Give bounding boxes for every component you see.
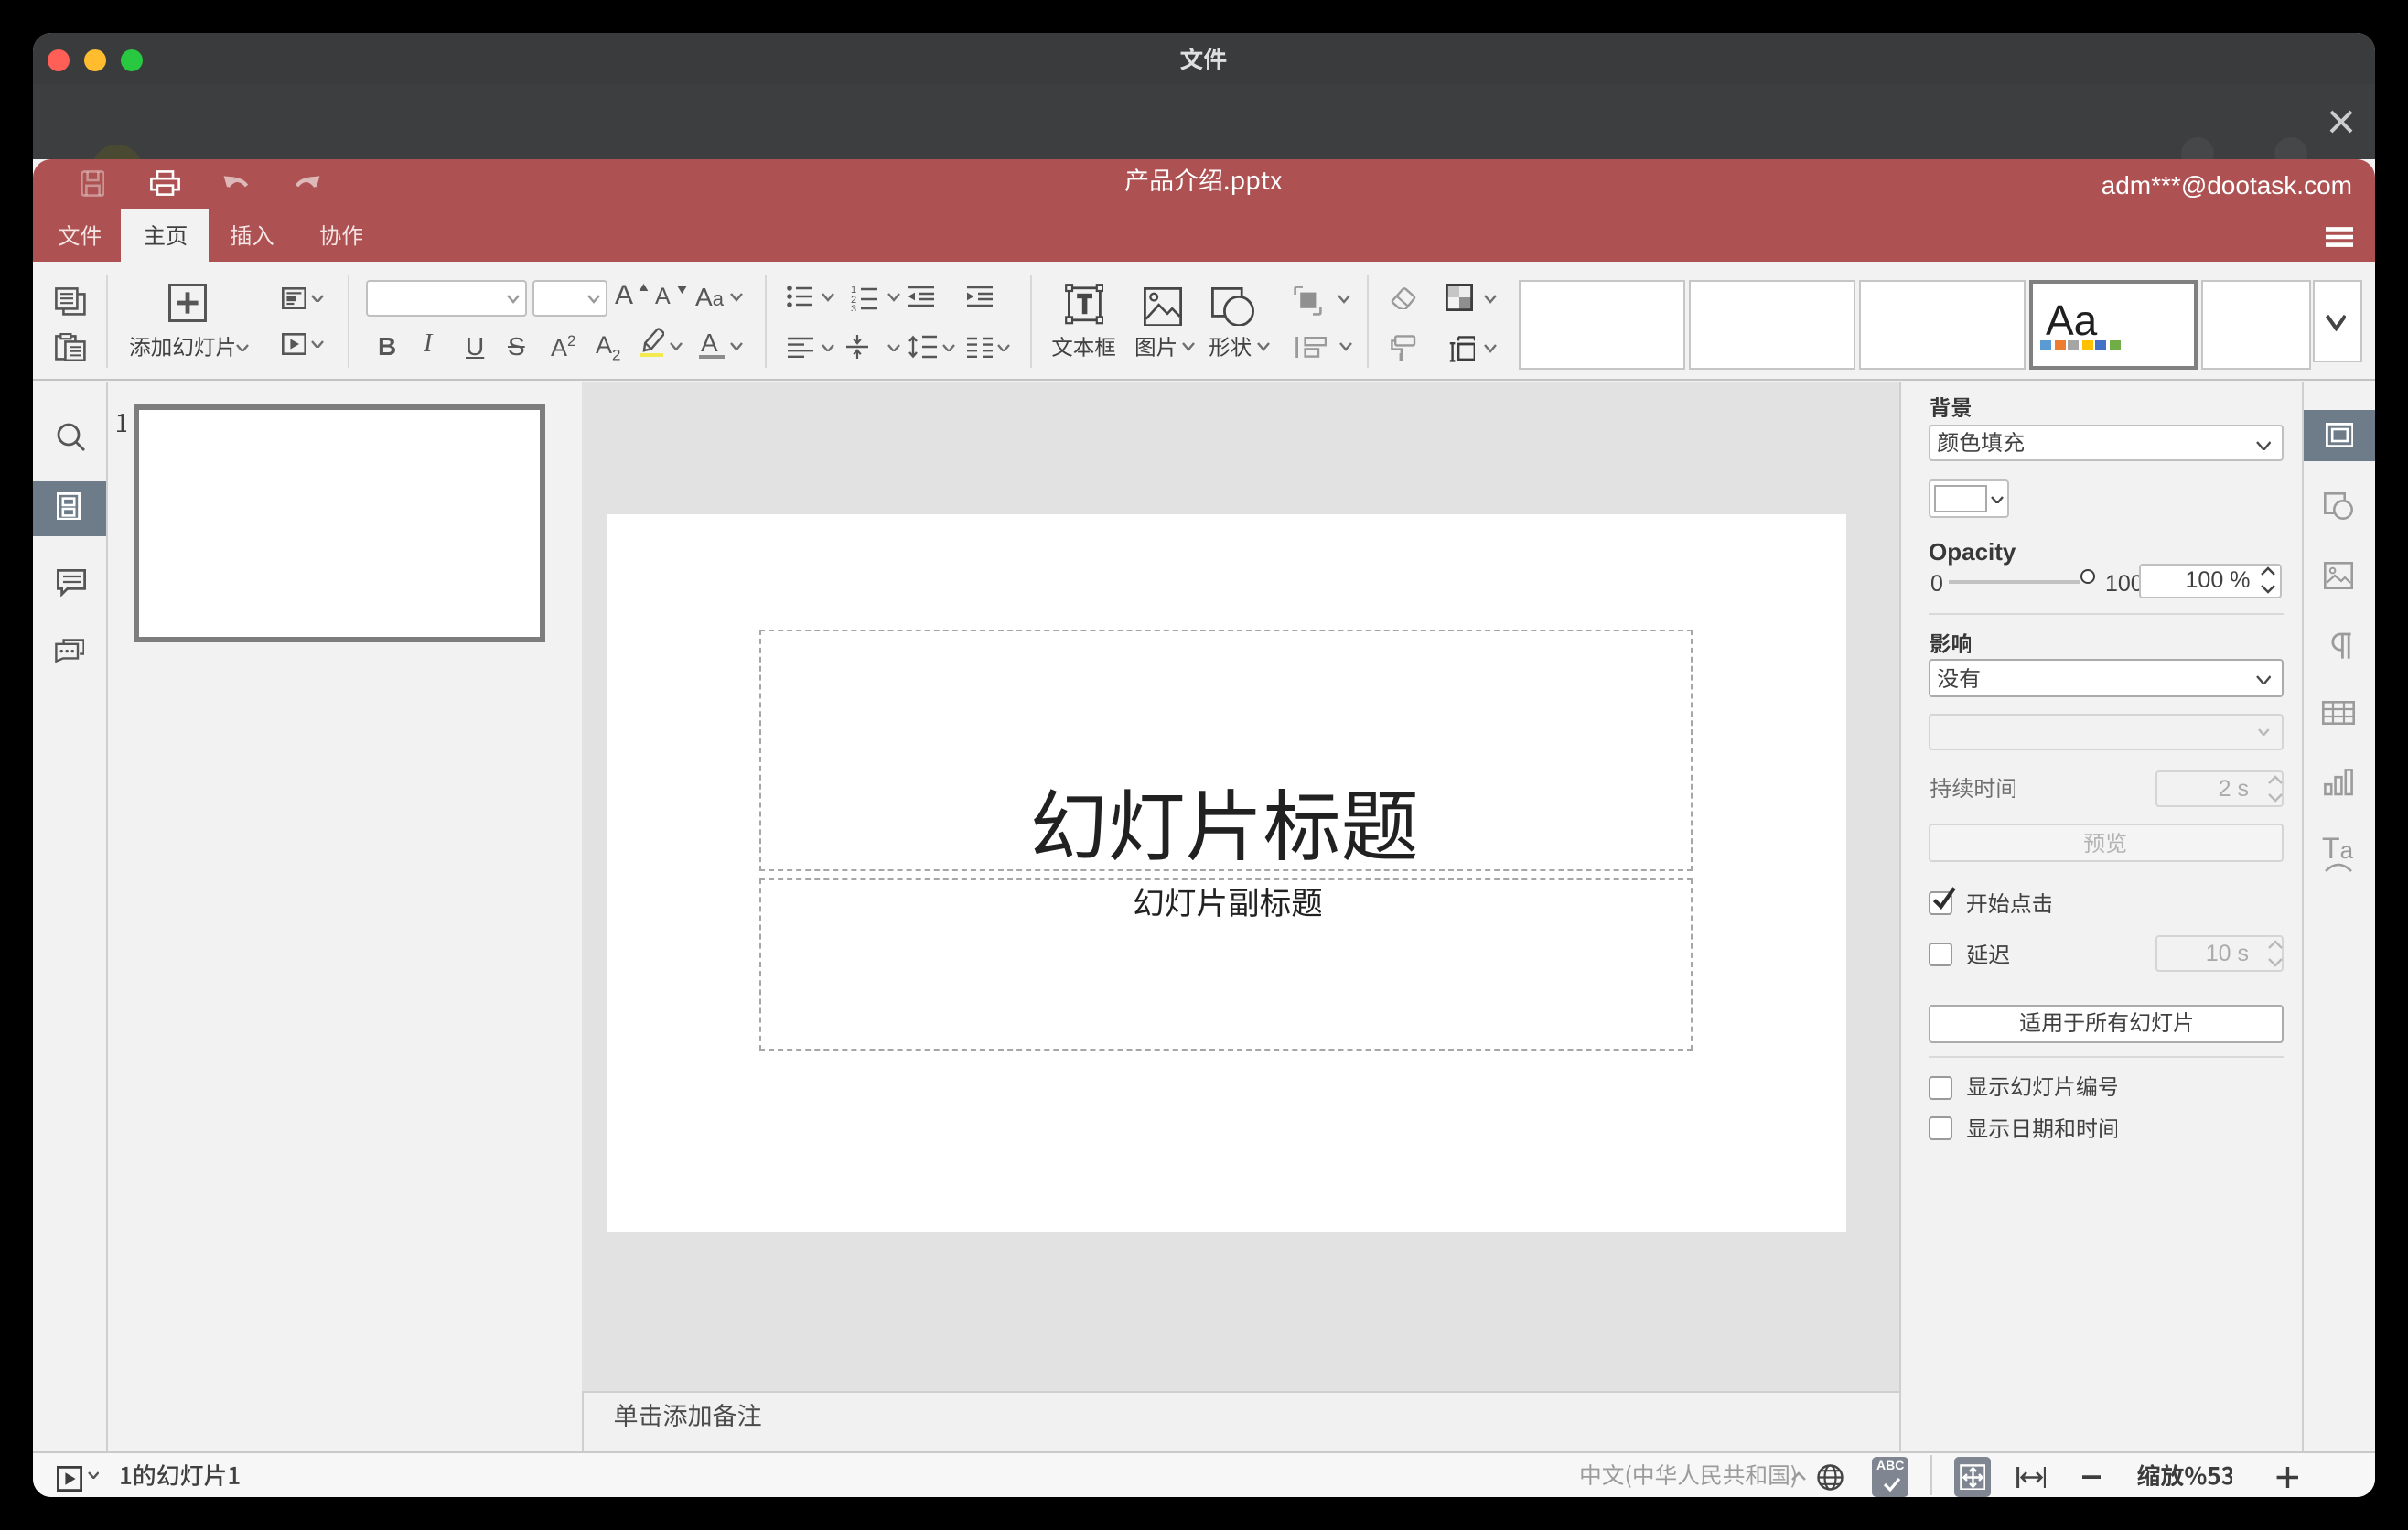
svg-text:3: 3 (850, 303, 855, 310)
